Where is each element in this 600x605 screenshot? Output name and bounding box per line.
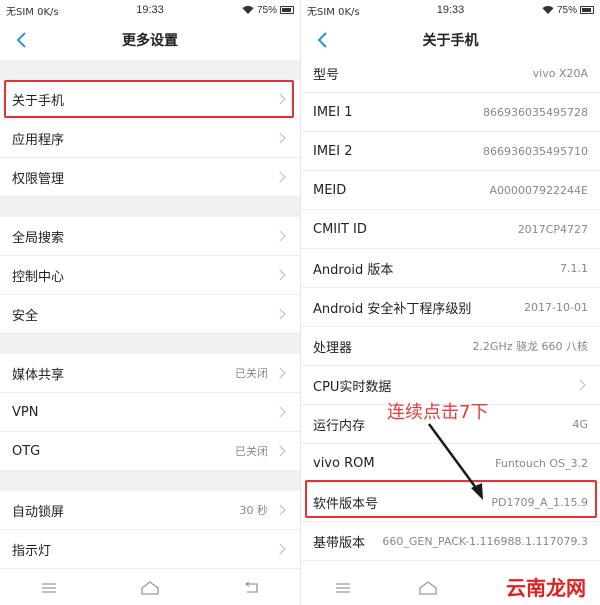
settings-row-label: 指示灯 — [12, 543, 52, 559]
chevron-right-icon — [274, 367, 286, 379]
bottom-nav — [0, 571, 300, 605]
settings-row-label: 全局搜索 — [12, 230, 65, 246]
group-divider — [0, 60, 300, 80]
chevron-right-icon — [274, 269, 286, 281]
home-icon[interactable] — [418, 581, 438, 595]
settings-row[interactable]: 全局搜索 — [0, 217, 300, 256]
home-icon[interactable] — [140, 581, 160, 595]
settings-row-label: 媒体共享 — [12, 367, 65, 383]
settings-row[interactable]: 应用程序 — [0, 119, 300, 158]
chevron-left-icon — [16, 32, 26, 48]
chevron-right-icon — [274, 171, 286, 183]
settings-row-label: 安全 — [12, 308, 39, 324]
annotation-arrow — [427, 423, 483, 500]
settings-row-label: 控制中心 — [12, 269, 65, 285]
menu-icon[interactable] — [335, 582, 351, 594]
battery-icon — [280, 6, 294, 14]
watermark: 云南龙网 — [506, 576, 586, 600]
group-divider — [0, 197, 300, 217]
settings-row[interactable]: 安全 — [0, 295, 300, 334]
status-bar: 无SIM 0K/s 19:33 75% — [0, 0, 300, 20]
settings-row[interactable]: 媒体共享 已关闭 — [0, 354, 300, 393]
settings-row[interactable]: VPN — [0, 393, 300, 432]
chevron-right-icon — [274, 504, 286, 516]
settings-row-label: 应用程序 — [12, 132, 65, 148]
settings-row-label: VPN — [12, 404, 39, 420]
more-settings-screen: 无SIM 0K/s 19:33 75% 更多设置 关于手机应用程序权限管理全局搜… — [0, 0, 300, 605]
chevron-right-icon — [274, 406, 286, 418]
chevron-right-icon — [274, 93, 286, 105]
settings-row-value: 已关闭 — [235, 445, 268, 458]
menu-icon[interactable] — [41, 582, 57, 594]
settings-row-label: 权限管理 — [12, 171, 65, 187]
page-title: 更多设置 — [122, 33, 178, 49]
settings-row[interactable]: 指示灯 — [0, 530, 300, 569]
settings-row[interactable]: 权限管理 — [0, 158, 300, 197]
settings-row[interactable]: OTG 已关闭 — [0, 432, 300, 471]
back-button[interactable] — [8, 26, 36, 54]
settings-row-label: OTG — [12, 443, 41, 459]
settings-row[interactable]: 控制中心 — [0, 256, 300, 295]
settings-list: 关于手机 应用程序 权限管理 全局搜索 控制中心 安全 媒体共享 已关闭 VPN OTG 已关闭 自动… — [0, 60, 300, 569]
header: 更多设置 — [0, 20, 300, 60]
chevron-right-icon — [274, 230, 286, 242]
chevron-right-icon — [274, 543, 286, 555]
about-phone-screen: 无SIM 0K/s 19:33 75% 关于手机 型号 vivo X20A IMEI… — [300, 0, 600, 605]
settings-row-value: 已关闭 — [235, 367, 268, 380]
back-nav-icon[interactable] — [243, 582, 259, 594]
settings-row-label: 自动锁屏 — [12, 504, 65, 520]
settings-row[interactable]: 关于手机 — [0, 80, 300, 119]
settings-row-label: 关于手机 — [12, 93, 65, 109]
settings-row-value: 30 秒 — [239, 504, 269, 517]
chevron-right-icon — [274, 132, 286, 144]
settings-row[interactable]: 自动锁屏 30 秒 — [0, 491, 300, 530]
group-divider — [0, 471, 300, 491]
group-divider — [0, 334, 300, 354]
chevron-right-icon — [274, 308, 286, 320]
clock: 19:33 — [136, 4, 164, 16]
chevron-right-icon — [274, 445, 286, 457]
